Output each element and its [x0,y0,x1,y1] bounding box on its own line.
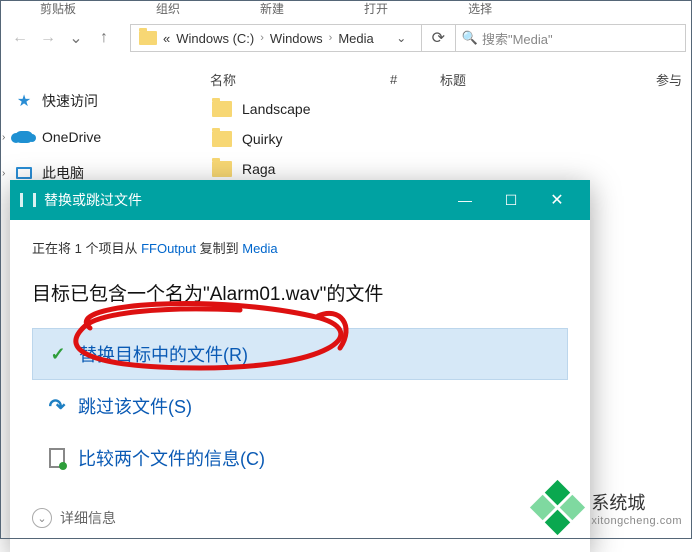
chevron-right-icon[interactable]: › [2,132,5,143]
replace-option[interactable]: ✓ 替换目标中的文件(R) [32,328,568,380]
forward-button[interactable]: → [34,24,62,52]
skip-option-label: 跳过该文件(S) [78,393,192,419]
close-button[interactable]: ✕ [534,180,580,220]
source-link[interactable]: FFOutput [141,241,196,256]
watermark-brand: 系统城 [591,489,682,515]
maximize-button[interactable]: ☐ [488,180,534,220]
search-input[interactable]: 🔍 搜索"Media" [456,24,686,52]
column-title[interactable]: 标题 [430,70,570,89]
dropdown-history-icon[interactable]: ⌄ [62,24,90,52]
file-list: Landscape Quirky Raga [212,94,692,184]
breadcrumb-dropdown-icon[interactable]: ⌄ [396,31,406,45]
skip-option[interactable]: ↷ 跳过该文件(S) [32,380,568,432]
compare-icon [46,447,68,469]
list-item[interactable]: Landscape [212,94,692,124]
column-name[interactable]: 名称 [200,70,380,89]
copy-status-line: 正在将 1 个项目从 FFOutput 复制到 Media [32,238,568,257]
search-placeholder: 搜索"Media" [482,29,553,48]
chevron-right-icon[interactable]: › [260,32,264,44]
quick-access-label: 快速访问 [42,91,98,111]
dialog-title-text: 替换或跳过文件 [44,190,142,210]
ribbon-tab-organize[interactable]: 组织 [116,0,220,14]
details-toggle[interactable]: ⌄ 详细信息 [32,508,568,528]
onedrive-item[interactable]: › OneDrive [14,122,184,152]
chevron-right-icon[interactable]: › [2,168,5,179]
chevron-down-icon: ⌄ [32,508,52,528]
folder-icon [212,101,232,117]
watermark: 系统城 xitongcheng.com [538,488,682,527]
ribbon-tab-clipboard[interactable]: 剪贴板 [0,0,116,14]
file-name: Quirky [242,131,282,147]
folder-icon [212,131,232,147]
file-name: Landscape [242,101,311,117]
check-icon: ✓ [47,343,69,365]
conflict-message: 目标已包含一个名为"Alarm01.wav"的文件 [32,279,568,306]
up-button[interactable]: ↑ [90,24,118,52]
file-name: Raga [242,161,275,177]
column-hash[interactable]: # [380,72,430,87]
search-icon: 🔍 [462,30,478,46]
dest-link[interactable]: Media [242,241,277,256]
breadcrumb[interactable]: « Windows (C:) › Windows › Media [130,24,382,52]
watermark-logo-icon [530,480,585,535]
ribbon-tabs: 剪贴板 组织 新建 打开 选择 [0,0,692,14]
replace-skip-dialog: 替换或跳过文件 — ☐ ✕ 正在将 1 个项目从 FFOutput 复制到 Me… [10,180,590,552]
ribbon-tab-select[interactable]: 选择 [428,0,532,14]
compare-option[interactable]: 比较两个文件的信息(C) [32,432,568,484]
quick-access-item[interactable]: ★ 快速访问 [14,86,184,116]
pc-icon [14,165,34,181]
breadcrumb-part[interactable]: Media [338,31,373,46]
breadcrumb-end: ⌄ [382,24,422,52]
list-item[interactable]: Quirky [212,124,692,154]
ribbon-tab-open[interactable]: 打开 [324,0,428,14]
dialog-body: 正在将 1 个项目从 FFOutput 复制到 Media 目标已包含一个名为"… [10,220,590,552]
left-nav: ★ 快速访问 › OneDrive › 此电脑 [14,86,184,194]
breadcrumb-part[interactable]: Windows [270,31,323,46]
ribbon-tab-new[interactable]: 新建 [220,0,324,14]
minimize-button[interactable]: — [442,180,488,220]
details-label: 详细信息 [60,508,116,528]
onedrive-icon [14,129,34,145]
column-headers: 名称 # 标题 参与 [200,66,692,92]
refresh-button[interactable]: ⟳ [422,24,456,52]
chevron-right-icon[interactable]: › [329,32,333,44]
folder-icon [212,161,232,177]
column-participating[interactable]: 参与 [646,70,692,89]
star-icon: ★ [14,93,34,109]
dialog-app-icon [20,193,36,207]
back-button[interactable]: ← [6,24,34,52]
dialog-options: ✓ 替换目标中的文件(R) ↷ 跳过该文件(S) 比较两个文件的信息(C) [32,328,568,484]
folder-icon [139,31,157,45]
address-bar-row: ← → ⌄ ↑ « Windows (C:) › Windows › Media… [0,20,692,56]
skip-icon: ↷ [46,395,68,417]
breadcrumb-part[interactable]: Windows (C:) [176,31,254,46]
onedrive-label: OneDrive [42,129,101,145]
dialog-titlebar[interactable]: 替换或跳过文件 — ☐ ✕ [10,180,590,220]
breadcrumb-prefix: « [163,31,170,46]
replace-option-label: 替换目标中的文件(R) [79,341,248,367]
watermark-url: xitongcheng.com [591,515,682,527]
compare-option-label: 比较两个文件的信息(C) [78,445,265,471]
